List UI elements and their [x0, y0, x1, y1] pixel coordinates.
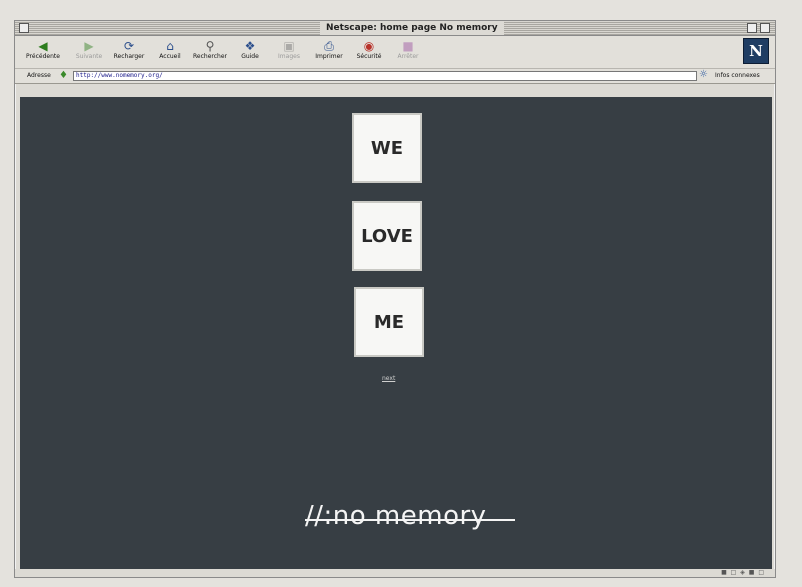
word-box-love: LOVE — [352, 201, 422, 271]
guide-button-label: Guide — [241, 53, 259, 60]
home-button-label: Accueil — [159, 53, 181, 60]
next-link[interactable]: next — [382, 375, 395, 382]
forward-arrow-icon: ▶ — [84, 39, 94, 53]
brand-logo: //:no memory — [305, 501, 487, 531]
stop-icon: ■ — [402, 39, 414, 53]
search-button-label: Rechercher — [193, 53, 227, 60]
forward-button-label: Suivante — [75, 53, 103, 60]
browser-window: Netscape: home page No memory ◀ Précéden… — [14, 20, 776, 578]
word-box-we: WE — [352, 113, 422, 183]
title-bar[interactable]: Netscape: home page No memory — [15, 21, 775, 36]
search-icon: ⚲ — [205, 39, 215, 53]
related-links-icon[interactable]: ☼ — [699, 69, 708, 80]
print-button-label: Imprimer — [315, 53, 343, 60]
images-button-label: Images — [278, 53, 300, 60]
back-button-label: Précédente — [26, 53, 60, 60]
page-content: WE LOVE ME next //:no memory — [20, 97, 772, 571]
location-bar: Adresse ♦ http://www.nomemory.org/ ☼ Inf… — [15, 69, 775, 84]
window-title: Netscape: home page No memory — [320, 21, 504, 35]
zoom-box[interactable] — [747, 23, 757, 33]
address-input[interactable]: http://www.nomemory.org/ — [73, 71, 697, 81]
back-button[interactable]: ◀ Précédente — [19, 38, 67, 66]
word-box-me: ME — [354, 287, 424, 357]
close-box[interactable] — [19, 23, 29, 33]
guide-icon: ❖ — [244, 39, 256, 53]
collapse-box[interactable] — [760, 23, 770, 33]
reload-icon: ⟳ — [123, 39, 135, 53]
security-button-label: Sécurité — [356, 53, 382, 60]
navigation-toolbar: ◀ Précédente ▶ Suivante ⟳ Recharger ⌂ Ac… — [15, 36, 775, 69]
netscape-logo[interactable]: N — [743, 38, 769, 64]
status-component-icons: ■ □ ◈ ■ □ — [721, 569, 765, 576]
security-icon: ◉ — [363, 39, 375, 53]
print-icon: ⎙ — [324, 39, 334, 53]
stop-button[interactable]: ■ Arrêter — [384, 38, 432, 66]
home-icon: ⌂ — [166, 39, 174, 53]
stop-button-label: Arrêter — [397, 53, 419, 60]
status-bar: ■ □ ◈ ■ □ — [15, 569, 775, 577]
related-links-button[interactable]: Infos connexes — [715, 72, 760, 79]
brand-strike-line — [305, 519, 515, 521]
back-arrow-icon: ◀ — [38, 39, 48, 53]
page-proxy-icon[interactable]: ♦ — [59, 70, 68, 81]
location-label: Adresse — [27, 72, 51, 79]
images-icon: ▣ — [283, 39, 295, 53]
reload-button-label: Recharger — [113, 53, 145, 60]
